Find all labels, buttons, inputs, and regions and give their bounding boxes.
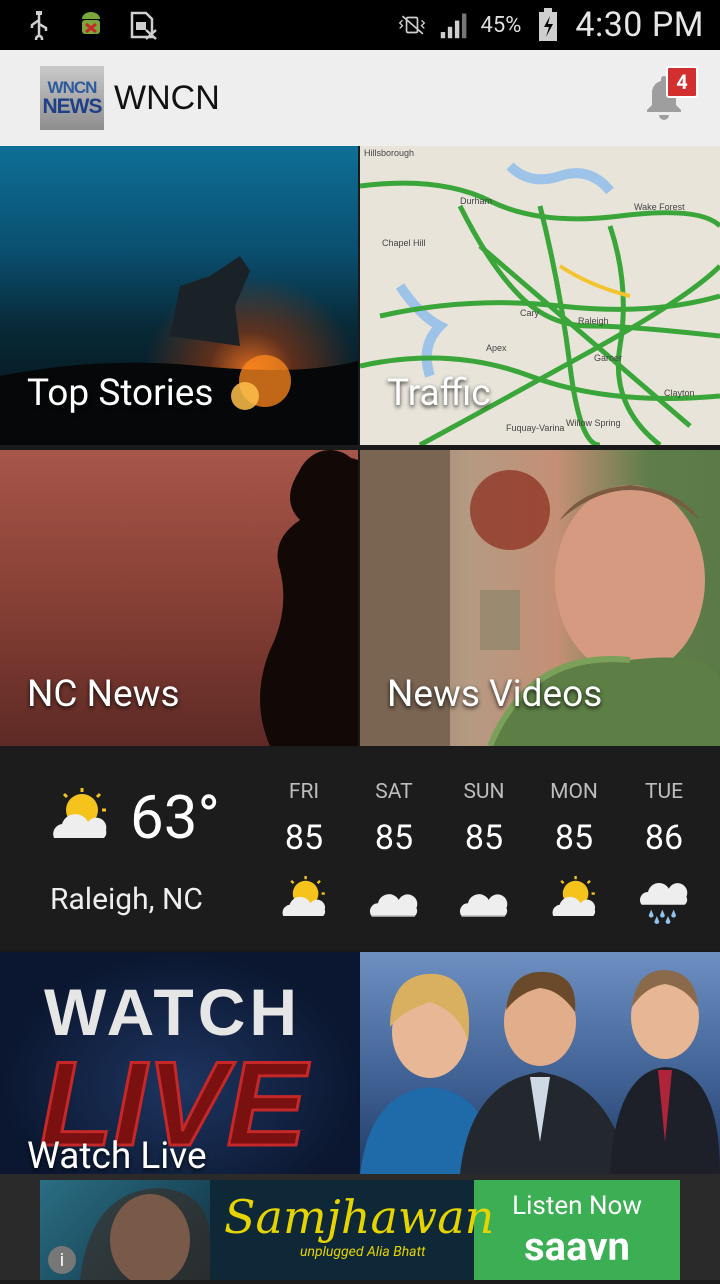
tile-watch-live[interactable]: WATCH LIVE Watch Live bbox=[0, 952, 720, 1174]
tile-label: NC News bbox=[27, 673, 180, 716]
android-debug-icon bbox=[76, 10, 106, 40]
clock: 4:30 PM bbox=[575, 5, 704, 45]
ad-title: Samjhawan bbox=[224, 1190, 495, 1244]
map-label: Chapel Hill bbox=[382, 238, 426, 248]
ad-brand: saavn bbox=[524, 1222, 630, 1270]
cloudy-icon bbox=[444, 876, 524, 924]
ad-info-icon[interactable]: i bbox=[48, 1246, 76, 1274]
sim-card-icon bbox=[128, 10, 158, 40]
tile-label: Watch Live bbox=[27, 1135, 207, 1174]
forecast-day-name: TUE bbox=[644, 780, 684, 804]
tile-news-videos[interactable]: News Videos bbox=[360, 450, 720, 746]
forecast-day-name: FRI bbox=[288, 780, 320, 804]
signal-icon bbox=[439, 10, 469, 40]
tile-label: News Videos bbox=[387, 673, 603, 716]
map-label: Fuquay-Varina bbox=[506, 423, 564, 433]
partly-sunny-icon bbox=[48, 788, 112, 852]
map-label: Cary bbox=[520, 308, 540, 318]
ad-title-block: Samjhawan unplugged Alia Bhatt bbox=[210, 1180, 494, 1280]
map-label: Hillsborough bbox=[364, 148, 414, 158]
map-label: Wake Forest bbox=[634, 202, 685, 212]
forecast-temp: 85 bbox=[374, 818, 414, 858]
usb-icon bbox=[24, 10, 54, 40]
battery-charging-icon bbox=[533, 8, 563, 41]
weather-location: Raleigh, NC bbox=[50, 882, 203, 917]
vibrate-icon bbox=[397, 10, 427, 40]
forecast-temp: 85 bbox=[464, 818, 504, 858]
map-label: Apex bbox=[486, 343, 507, 353]
forecast-day-name: SUN bbox=[463, 780, 505, 804]
tile-label: Top Stories bbox=[27, 372, 214, 415]
tile-top-stories[interactable]: Top Stories bbox=[0, 146, 358, 445]
forecast-day-name: MON bbox=[550, 780, 598, 804]
ad-cta-label: Listen Now bbox=[512, 1190, 642, 1221]
forecast-temp: 85 bbox=[284, 818, 324, 858]
forecast-day-name: SAT bbox=[375, 780, 413, 804]
current-temperature: 63° bbox=[130, 782, 220, 853]
tile-label: Traffic bbox=[387, 372, 491, 415]
ad-banner[interactable]: Samjhawan unplugged Alia Bhatt Listen No… bbox=[40, 1180, 680, 1284]
map-label: Clayton bbox=[664, 388, 695, 398]
wncn-logo[interactable]: WNCN NEWS bbox=[40, 66, 104, 130]
map-label: Garner bbox=[594, 353, 622, 363]
notification-badge: 4 bbox=[666, 66, 698, 98]
tile-traffic[interactable]: Hillsborough Durham Chapel Hill Wake For… bbox=[360, 146, 720, 445]
status-bar: 45% 4:30 PM bbox=[0, 0, 720, 50]
anchors-photo bbox=[360, 952, 720, 1174]
map-label: Willow Spring bbox=[566, 418, 621, 428]
forecast-temp: 86 bbox=[644, 818, 684, 858]
map-label: Raleigh bbox=[578, 316, 609, 326]
ad-subtitle: unplugged Alia Bhatt bbox=[300, 1244, 426, 1260]
partly-sunny-icon bbox=[264, 876, 344, 924]
app-title: WNCN bbox=[114, 78, 220, 117]
logo-line1: WNCN bbox=[47, 78, 98, 97]
partly-sunny-icon bbox=[534, 876, 614, 924]
logo-line2: NEWS bbox=[42, 95, 103, 118]
app-bar: WNCN NEWS WNCN 4 bbox=[0, 50, 720, 146]
map-label: Durham bbox=[460, 196, 492, 206]
ad-cta-button[interactable]: Listen Now saavn bbox=[474, 1180, 680, 1280]
tile-nc-news[interactable]: NC News bbox=[0, 450, 358, 746]
forecast-temp: 85 bbox=[554, 818, 594, 858]
cloudy-icon bbox=[354, 876, 434, 924]
rain-icon bbox=[624, 876, 704, 924]
battery-percent: 45% bbox=[480, 12, 522, 38]
